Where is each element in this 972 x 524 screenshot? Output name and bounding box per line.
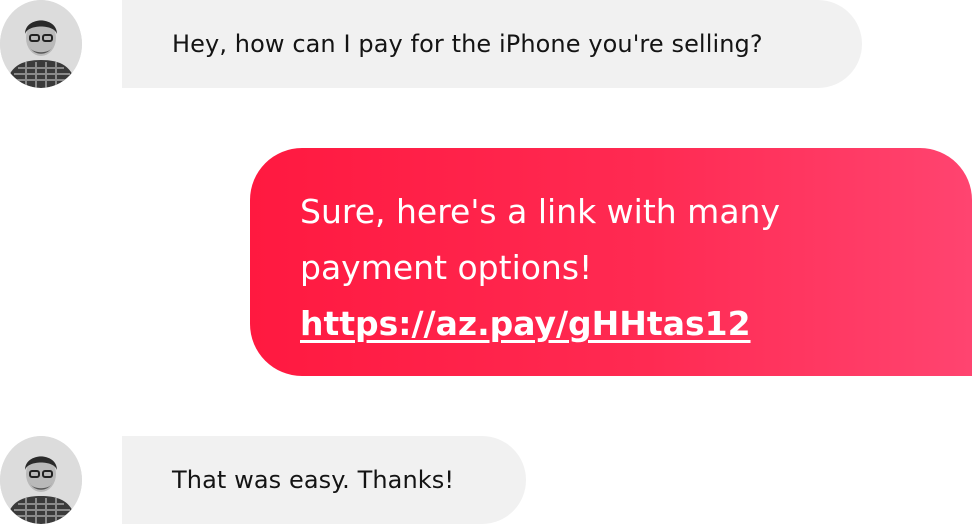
contact-avatar[interactable] [0,0,82,88]
incoming-message-bubble: Hey, how can I pay for the iPhone you're… [122,0,862,88]
message-text: Hey, how can I pay for the iPhone you're… [172,30,763,58]
message-text: That was easy. Thanks! [172,466,455,494]
contact-avatar-icon [0,0,82,88]
incoming-message-bubble: That was easy. Thanks! [122,436,526,524]
message-text-line: Sure, here's a link with many [300,192,780,231]
contact-avatar[interactable] [0,436,82,524]
message-text-line: payment options! [300,248,593,287]
contact-avatar-icon [0,436,82,524]
outgoing-message-bubble: Sure, here's a link with many payment op… [250,148,972,376]
payment-link[interactable]: https://az.pay/gHHtas12 [300,296,751,352]
